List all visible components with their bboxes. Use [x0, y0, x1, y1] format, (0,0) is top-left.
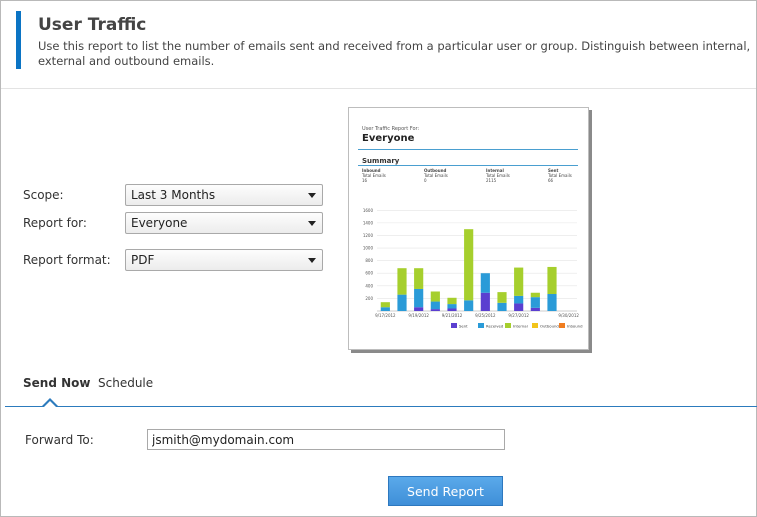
x-tick-label: 9/27/2012 — [508, 313, 529, 318]
legend-label: Internal — [513, 324, 528, 329]
bar-segment — [514, 295, 524, 304]
bar-segment — [430, 309, 440, 311]
report-for-select[interactable]: Everyone — [125, 212, 323, 234]
bar-segment — [447, 297, 457, 305]
x-tick-label: 9/30/2012 — [558, 313, 579, 318]
bar-segment — [414, 268, 424, 289]
report-format-value: PDF — [131, 253, 155, 267]
forward-to-label: Forward To: — [25, 433, 94, 447]
bar-segment — [480, 273, 490, 293]
y-tick-label: 1000 — [363, 246, 374, 251]
bar-segment — [380, 302, 390, 308]
bar-segment — [430, 301, 440, 310]
y-tick-label: 1600 — [363, 208, 374, 213]
preview-chart: 1600 1400 1200 1000 800 600 400 200 9/17/2012 9/1… — [363, 208, 583, 329]
y-tick-label: 200 — [365, 296, 373, 301]
y-tick-label: 1200 — [363, 233, 374, 238]
report-header: User Traffic Use this report to list the… — [1, 1, 756, 89]
y-tick-label: 600 — [365, 271, 373, 276]
x-tick-label: 9/17/2012 — [375, 313, 396, 318]
tab-divider — [5, 406, 757, 407]
legend-label: Inbound — [567, 324, 583, 329]
legend-swatch — [451, 323, 457, 328]
legend-swatch — [532, 323, 538, 328]
report-format-select[interactable]: PDF — [125, 249, 323, 271]
report-format-label: Report format: — [23, 253, 111, 267]
x-tick-label: 9/19/2012 — [408, 313, 429, 318]
chevron-down-icon — [308, 258, 316, 263]
bar-segment — [547, 266, 557, 295]
bar-segment — [530, 297, 540, 308]
x-tick-label: 9/25/2012 — [475, 313, 496, 318]
chevron-down-icon — [308, 221, 316, 226]
bar-segment — [447, 308, 457, 311]
report-description: Use this report to list the number of em… — [38, 39, 751, 68]
legend-label: Outbound — [540, 324, 559, 329]
send-report-button[interactable]: Send Report — [388, 476, 503, 506]
forward-to-input[interactable] — [147, 429, 505, 450]
bar-segment — [397, 294, 407, 311]
legend-swatch — [478, 323, 484, 328]
bar-segment — [430, 291, 440, 302]
bar-segment — [464, 300, 474, 311]
scope-value: Last 3 Months — [131, 188, 216, 202]
tab-indicator-inner — [44, 401, 56, 407]
bar-segment — [497, 292, 507, 303]
y-tick-label: 400 — [365, 283, 373, 288]
y-tick-label: 1400 — [363, 220, 374, 225]
x-tick-label: 9/21/2012 — [442, 313, 463, 318]
bar-segment — [397, 268, 407, 295]
bar-segment — [530, 292, 540, 298]
bar-segment — [464, 229, 474, 301]
legend-label: Sent — [459, 324, 468, 329]
y-tick-label: 800 — [365, 258, 373, 263]
legend-swatch — [505, 323, 511, 328]
legend-label: Received — [486, 324, 504, 329]
report-dialog: User Traffic Use this report to list the… — [0, 0, 757, 517]
bar-segment — [547, 294, 557, 311]
bar-segment — [514, 303, 524, 311]
page-title: User Traffic — [38, 15, 147, 35]
bar-segment — [447, 304, 457, 309]
report-for-label: Report for: — [23, 216, 87, 230]
bar-segment — [497, 302, 507, 311]
tab-schedule[interactable]: Schedule — [98, 376, 153, 390]
report-for-value: Everyone — [131, 216, 188, 230]
bar-segment — [514, 267, 524, 296]
bar-segment — [380, 307, 390, 311]
scope-select[interactable]: Last 3 Months — [125, 184, 323, 206]
bar-segment — [530, 307, 540, 311]
header-accent-bar — [16, 11, 21, 69]
bar-segment — [414, 307, 424, 311]
bar-segment — [480, 292, 490, 311]
chevron-down-icon — [308, 193, 316, 198]
report-preview: User Traffic Report For: Everyone Summar… — [348, 107, 589, 350]
legend-swatch — [559, 323, 565, 328]
bar-segment — [414, 288, 424, 308]
tab-send-now[interactable]: Send Now — [23, 376, 90, 390]
scope-label: Scope: — [23, 188, 64, 202]
